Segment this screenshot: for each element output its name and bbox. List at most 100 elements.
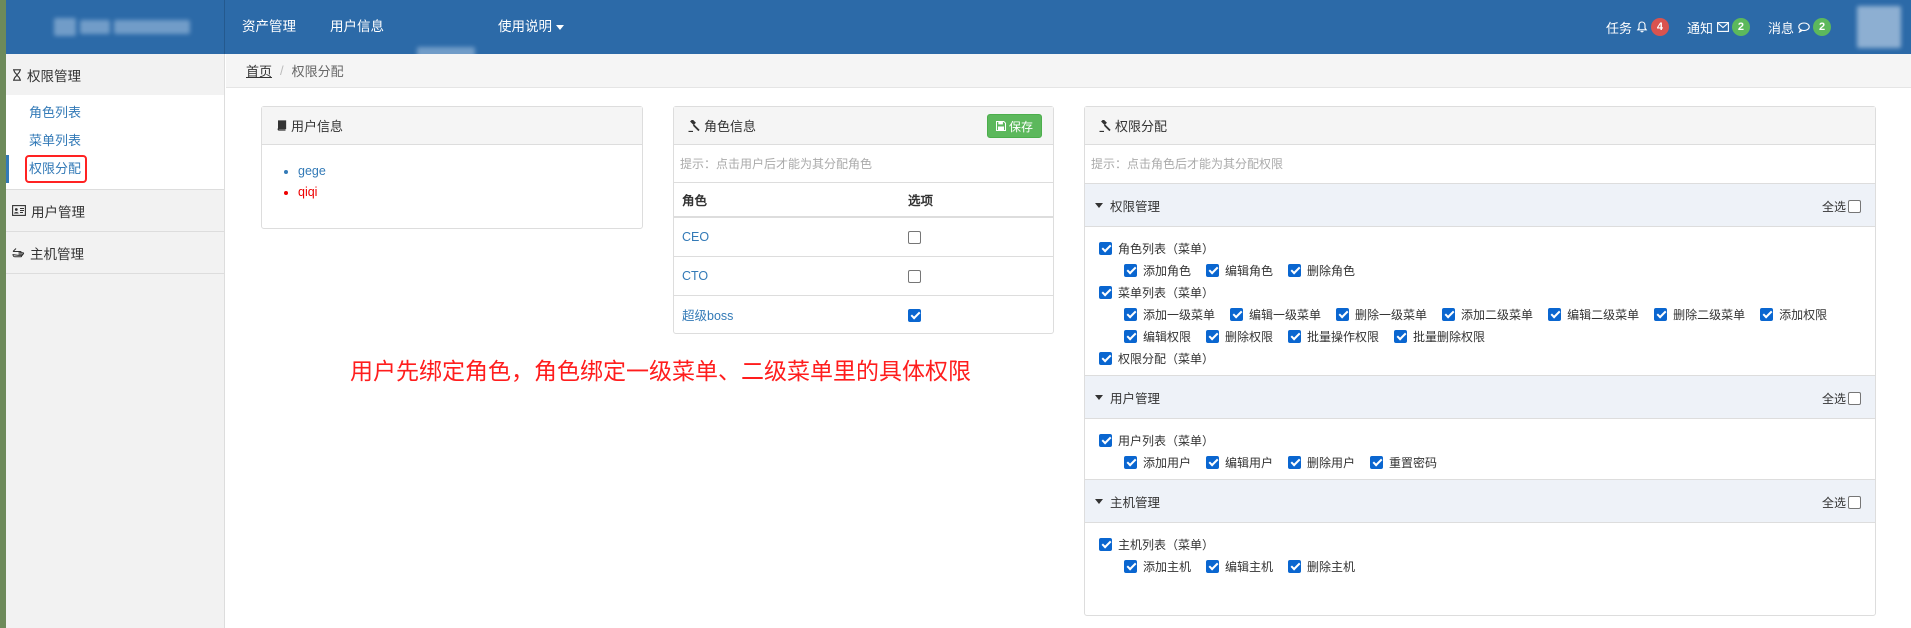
perm-label: 添加主机 bbox=[1143, 559, 1192, 574]
user-panel-title: 用户信息 bbox=[291, 119, 344, 134]
menu-checkbox[interactable] bbox=[1099, 351, 1112, 365]
envelope-icon bbox=[1717, 22, 1729, 32]
select-all-checkbox[interactable] bbox=[1848, 200, 1861, 213]
perm-checkbox[interactable] bbox=[1336, 307, 1350, 321]
nav-assets[interactable]: 资产管理 bbox=[225, 0, 313, 54]
perm-checkbox[interactable] bbox=[1442, 307, 1456, 321]
brand-logo[interactable] bbox=[6, 0, 225, 54]
select-all: 全选 bbox=[1822, 198, 1861, 215]
select-all-checkbox[interactable] bbox=[1848, 496, 1861, 509]
perm-label: 删除一级菜单 bbox=[1355, 307, 1428, 322]
user-link[interactable]: gege bbox=[298, 164, 326, 178]
sidebar-item-menu-list[interactable]: 菜单列表 bbox=[6, 127, 224, 155]
permission-panel-title: 权限分配 bbox=[1115, 119, 1168, 134]
perm-item: 编辑一级菜单 bbox=[1230, 303, 1321, 325]
perm-checkbox[interactable] bbox=[1206, 559, 1220, 573]
sidebar-group-permissions: 权限管理 角色列表 菜单列表 权限分配 bbox=[6, 54, 224, 190]
perm-checkbox[interactable] bbox=[1206, 455, 1220, 469]
save-button-label: 保存 bbox=[1008, 119, 1033, 134]
role-checkbox[interactable] bbox=[908, 308, 921, 322]
menu-label: 主机列表（菜单） bbox=[1118, 537, 1215, 552]
gavel-icon bbox=[688, 119, 700, 132]
perm-checkbox[interactable] bbox=[1124, 455, 1137, 469]
caret-down-icon bbox=[1095, 498, 1103, 504]
perm-checkbox[interactable] bbox=[1124, 329, 1137, 343]
menu-label: 角色列表（菜单） bbox=[1118, 241, 1215, 256]
perm-item: 批量删除权限 bbox=[1394, 325, 1485, 347]
perm-item: 删除一级菜单 bbox=[1336, 303, 1427, 325]
role-option-cell bbox=[908, 295, 1053, 334]
select-all-checkbox[interactable] bbox=[1848, 392, 1861, 405]
nav-help-dropdown[interactable]: 使用说明 bbox=[481, 0, 581, 54]
breadcrumb-home[interactable]: 首页 bbox=[246, 61, 272, 80]
list-item: gege bbox=[298, 161, 628, 182]
gavel-icon bbox=[1099, 119, 1111, 132]
perm-checkbox[interactable] bbox=[1206, 329, 1220, 343]
perm-checkbox[interactable] bbox=[1288, 455, 1302, 469]
role-checkbox[interactable] bbox=[908, 230, 921, 244]
nav-user-info[interactable]: 用户信息 bbox=[313, 0, 401, 54]
perm-label: 删除角色 bbox=[1307, 263, 1356, 278]
messages-badge: 2 bbox=[1813, 18, 1831, 36]
notify-button[interactable]: 通知 2 bbox=[1687, 18, 1750, 37]
role-checkbox[interactable] bbox=[908, 269, 921, 283]
perm-checkbox[interactable] bbox=[1206, 263, 1220, 277]
perm-row: 添加一级菜单 编辑一级菜单 删除一级菜单 添加二级菜单 编辑二级菜单 删除二级菜… bbox=[1099, 303, 1875, 347]
sidebar-item-permission-assign[interactable]: 权限分配 bbox=[6, 155, 224, 183]
perm-item: 编辑二级菜单 bbox=[1548, 303, 1639, 325]
menu-checkbox[interactable] bbox=[1099, 433, 1112, 447]
table-row: 超级boss bbox=[674, 295, 1053, 334]
role-panel: 角色信息 保存 提示：点击用户后才能为其分配角色 角色 选项 CEO CTO 超… bbox=[673, 106, 1054, 334]
messages-button[interactable]: 消息 2 bbox=[1768, 18, 1831, 37]
sidebar-head-permissions[interactable]: 权限管理 bbox=[6, 54, 224, 95]
menu-checkbox[interactable] bbox=[1099, 241, 1112, 255]
menu-checkbox[interactable] bbox=[1099, 285, 1112, 299]
perm-checkbox[interactable] bbox=[1288, 329, 1302, 343]
menu-row: 主机列表（菜单） bbox=[1099, 533, 1875, 555]
caret-down-icon bbox=[1095, 202, 1103, 208]
table-row: CEO bbox=[674, 217, 1053, 257]
perm-label: 添加二级菜单 bbox=[1461, 307, 1534, 322]
id-card-icon bbox=[12, 205, 26, 216]
perm-label: 删除权限 bbox=[1225, 329, 1274, 344]
user-panel: 用户信息 gege qiqi bbox=[261, 106, 643, 229]
perm-checkbox[interactable] bbox=[1760, 307, 1774, 321]
perm-checkbox[interactable] bbox=[1124, 263, 1137, 277]
sidebar-head-hosts[interactable]: 主机管理 bbox=[6, 232, 224, 273]
perm-item: 添加用户 bbox=[1124, 451, 1191, 473]
section-header-users[interactable]: 用户管理 全选 bbox=[1085, 375, 1875, 419]
perm-item: 重置密码 bbox=[1370, 451, 1437, 473]
perm-item: 添加角色 bbox=[1124, 259, 1191, 281]
perm-label: 编辑主机 bbox=[1225, 559, 1274, 574]
sidebar: 权限管理 角色列表 菜单列表 权限分配 用户管理 主机管理 bbox=[6, 54, 225, 628]
book-icon bbox=[277, 120, 287, 131]
menu-checkbox[interactable] bbox=[1099, 537, 1112, 551]
perm-checkbox[interactable] bbox=[1124, 559, 1137, 573]
perm-checkbox[interactable] bbox=[1370, 455, 1384, 469]
section-header-hosts[interactable]: 主机管理 全选 bbox=[1085, 479, 1875, 523]
perm-checkbox[interactable] bbox=[1124, 307, 1137, 321]
save-button[interactable]: 保存 bbox=[986, 114, 1042, 138]
user-link-selected[interactable]: qiqi bbox=[298, 185, 317, 199]
role-name[interactable]: CEO bbox=[674, 217, 908, 257]
sidebar-head-users[interactable]: 用户管理 bbox=[6, 190, 224, 231]
sidebar-group-users: 用户管理 bbox=[6, 190, 224, 232]
sidebar-item-role-list[interactable]: 角色列表 bbox=[6, 99, 224, 127]
select-all: 全选 bbox=[1822, 390, 1861, 407]
perm-checkbox[interactable] bbox=[1394, 329, 1408, 343]
tasks-button[interactable]: 任务 4 bbox=[1606, 18, 1669, 37]
role-name[interactable]: CTO bbox=[674, 256, 908, 296]
perm-checkbox[interactable] bbox=[1230, 307, 1244, 321]
perm-checkbox[interactable] bbox=[1548, 307, 1562, 321]
menu-label: 用户列表（菜单） bbox=[1118, 433, 1215, 448]
avatar[interactable] bbox=[1849, 0, 1911, 54]
perm-item: 删除角色 bbox=[1288, 259, 1355, 281]
role-name[interactable]: 超级boss bbox=[674, 295, 908, 334]
perm-checkbox[interactable] bbox=[1288, 263, 1302, 277]
role-hint: 提示：点击用户后才能为其分配角色 bbox=[674, 145, 1053, 183]
perm-checkbox[interactable] bbox=[1654, 307, 1668, 321]
perm-item: 编辑用户 bbox=[1206, 451, 1273, 473]
tasks-badge: 4 bbox=[1650, 18, 1669, 36]
section-header-permissions[interactable]: 权限管理 全选 bbox=[1085, 183, 1875, 227]
perm-checkbox[interactable] bbox=[1288, 559, 1302, 573]
